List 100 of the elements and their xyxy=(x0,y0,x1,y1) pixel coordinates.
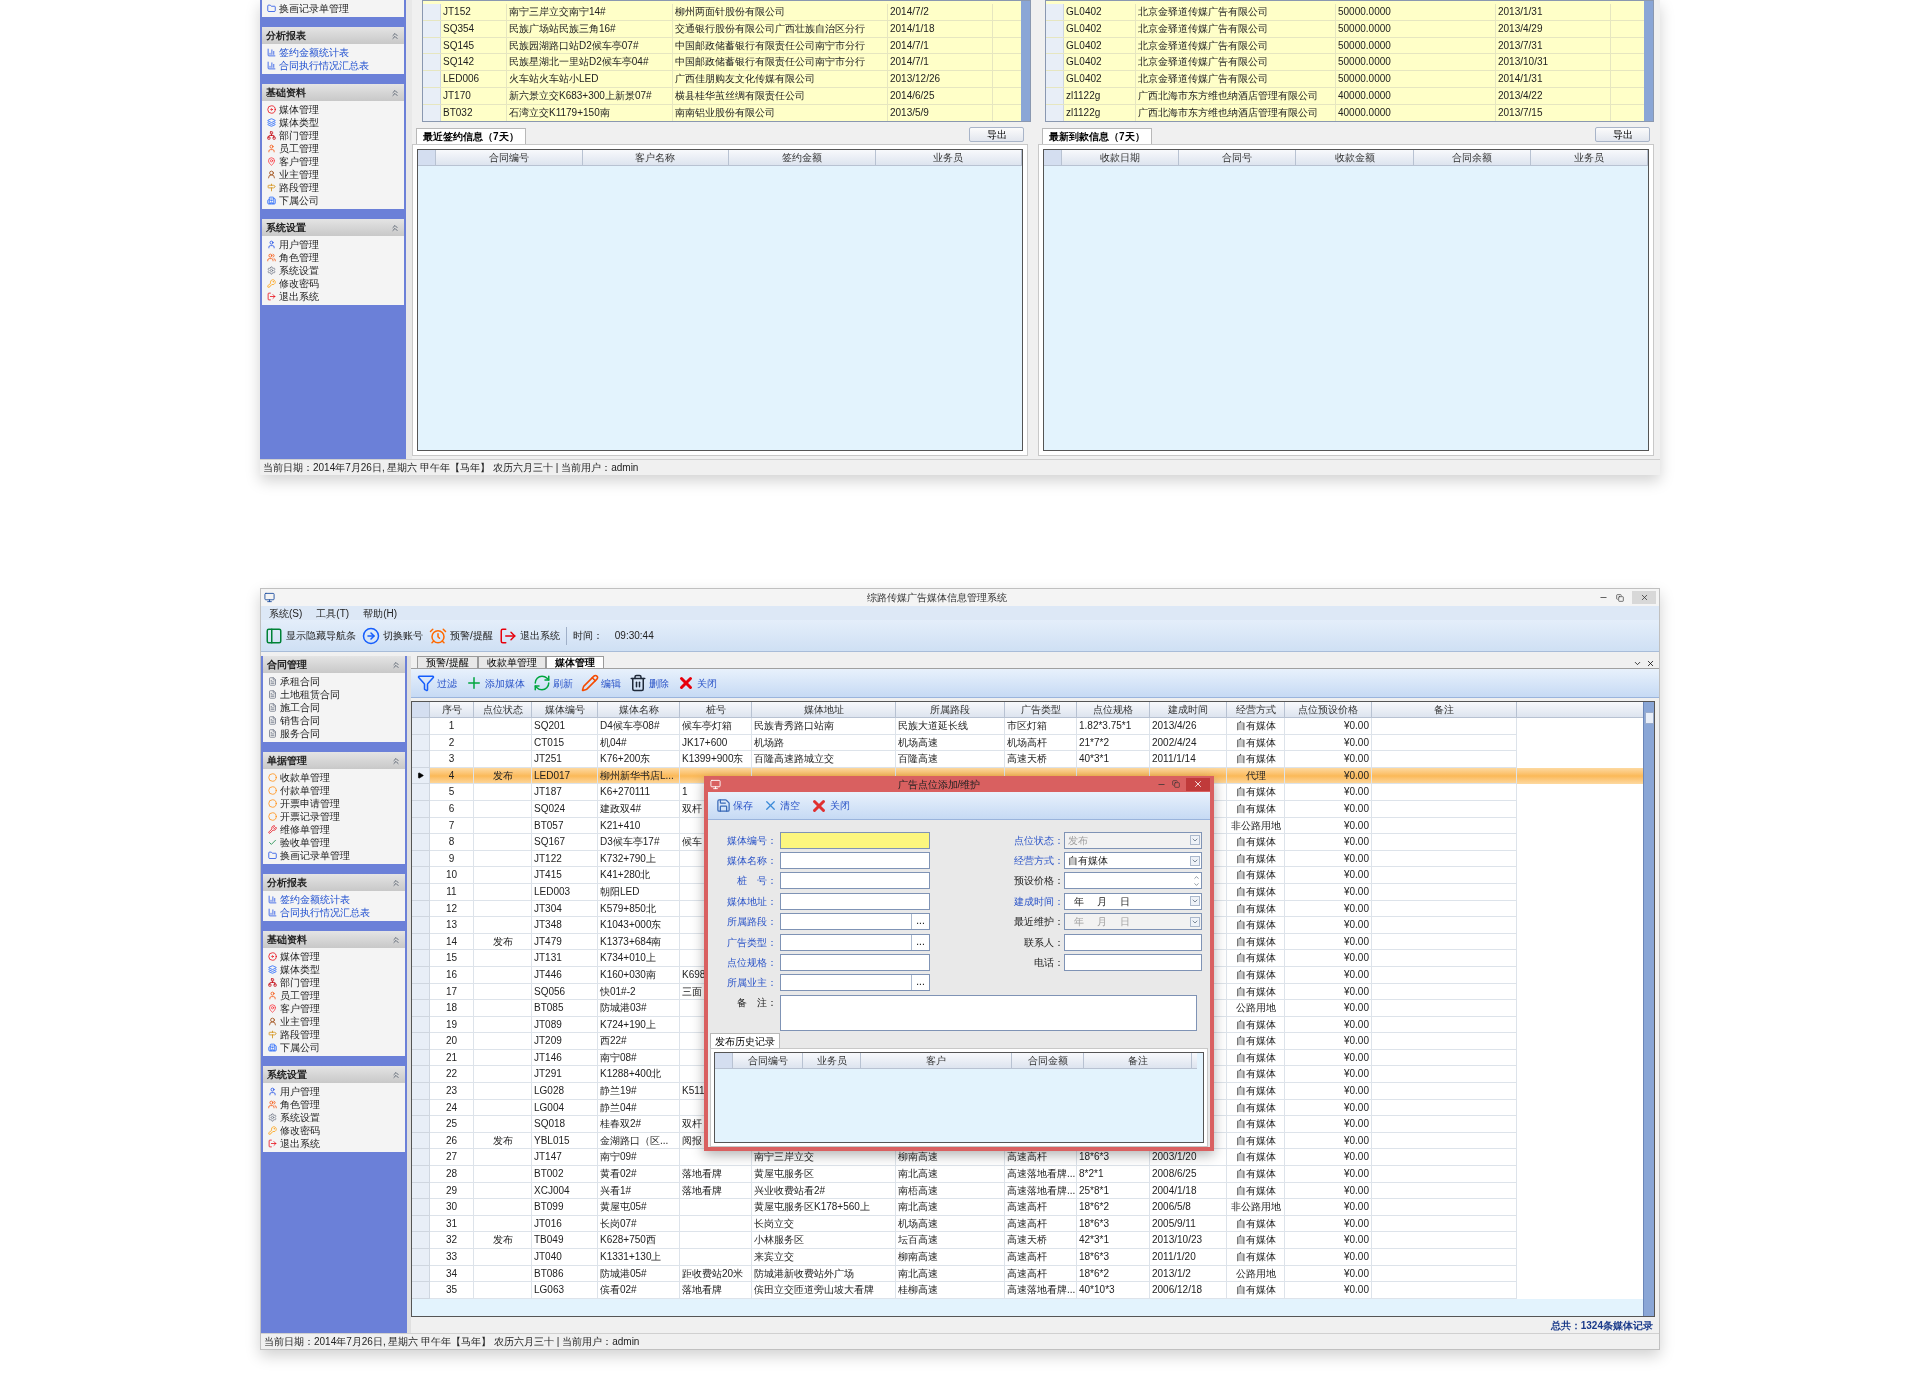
table-cell: 18 xyxy=(430,1000,474,1017)
table-cell: ¥0.00 xyxy=(1285,1249,1372,1266)
table-cell: 自有媒体 xyxy=(1227,1282,1285,1299)
table-cell: 市区灯箱 xyxy=(1005,718,1077,735)
table-cell: 6 xyxy=(430,800,474,818)
table-cell: 高速高杆 xyxy=(1005,1199,1077,1216)
table-cell: JT348 xyxy=(532,917,598,934)
table-cell: SQ354 xyxy=(441,20,507,37)
table-cell: 18*6*3 xyxy=(1077,1249,1150,1266)
table-cell: K1331+130上 xyxy=(598,1249,680,1266)
table-cell: 柳南高速 xyxy=(896,1249,1005,1266)
table-cell: 2013/4/29 xyxy=(1496,20,1611,37)
table-cell: SQ201 xyxy=(532,718,598,735)
field-label: 媒体地址： xyxy=(726,894,778,909)
table-cell: 北京金驿道传媒广告有限公司 xyxy=(1136,54,1336,71)
table-cell: ¥0.00 xyxy=(1285,1000,1372,1017)
record-count: 总共：1324条媒体记录 xyxy=(1550,1318,1653,1333)
table-cell: 2013/5/9 xyxy=(888,104,993,121)
table-cell: ¥0.00 xyxy=(1285,1199,1372,1216)
table-cell: 50000.0000 xyxy=(1336,54,1496,71)
table-cell: 北京金驿道传媒广告有限公司 xyxy=(1136,20,1336,37)
table-cell: 自有媒体 xyxy=(1227,784,1285,801)
table-cell: ¥0.00 xyxy=(1285,867,1372,884)
table-cell: 南宁三岸立交南宁14# xyxy=(507,4,673,20)
field-label: 经营方式： xyxy=(1014,854,1064,869)
table-cell: 自有媒体 xyxy=(1227,751,1285,768)
status-bar: 当前日期：2014年7月26日, 星期六 甲午年【马年】 农历六月三十 | 当前用户：admin xyxy=(260,459,1660,475)
table-cell: JT152 xyxy=(441,4,507,20)
table-cell: 2013/10/31 xyxy=(1496,54,1611,71)
table-cell: 民族园湖路口站D2候车亭07# xyxy=(507,37,673,54)
table-cell: JT251 xyxy=(532,751,598,768)
table-cell: 8 xyxy=(430,834,474,851)
table-cell: 50000.0000 xyxy=(1336,20,1496,37)
table-cell: 傧看02# xyxy=(598,1282,680,1299)
table-cell: JT446 xyxy=(532,966,598,984)
table-cell: 南北高速 xyxy=(896,1199,1005,1216)
table-cell: GL0402 xyxy=(1064,20,1136,37)
table-cell: ¥0.00 xyxy=(1285,1116,1372,1133)
table-cell: 18*6*2 xyxy=(1077,1199,1150,1216)
table-cell: 南南铝业股份有限公司 xyxy=(673,104,888,121)
table-cell: ¥0.00 xyxy=(1285,784,1372,801)
table-cell: 2014/7/1 xyxy=(888,54,993,71)
table-cell: 民族广场站民族三角16# xyxy=(507,20,673,37)
table-cell: 黄屋屯服务区 xyxy=(752,1166,896,1183)
table-cell: 50000.0000 xyxy=(1336,4,1496,20)
table-cell: 40*10*3 xyxy=(1077,1282,1150,1299)
table-cell: 落地看牌 xyxy=(680,1282,752,1299)
field-label: 联系人： xyxy=(1023,935,1064,950)
table-cell: zl1122g xyxy=(1064,88,1136,104)
table-cell: 民族青秀路口站南 xyxy=(752,718,896,735)
table-cell: 2013/12/26 xyxy=(888,71,993,87)
table-cell: 40000.0000 xyxy=(1336,104,1496,121)
table-cell: GL0402 xyxy=(1064,54,1136,71)
table-cell: 高速高杆 xyxy=(1005,1249,1077,1266)
table-cell: 2008/6/25 xyxy=(1150,1166,1227,1183)
table-cell: 自有媒体 xyxy=(1227,800,1285,818)
field-label: 所属路段： xyxy=(726,915,778,930)
table-cell: 防城港03# xyxy=(598,1000,680,1017)
table-cell: JT170 xyxy=(441,88,507,104)
table-cell: 5 xyxy=(430,784,474,801)
table-cell: ¥0.00 xyxy=(1285,718,1372,735)
table-cell: JT040 xyxy=(532,1249,598,1266)
table-cell: JT187 xyxy=(532,784,598,801)
table-cell: 2014/1/31 xyxy=(1496,71,1611,87)
table-cell: 自有媒体 xyxy=(1227,950,1285,967)
table-cell: 百隆高速 xyxy=(896,751,1005,768)
table-cell: SQ145 xyxy=(441,37,507,54)
table-cell: 35 xyxy=(430,1282,474,1299)
table-cell: K160+030南 xyxy=(598,966,680,984)
table-cell: 朝阳LED xyxy=(598,883,680,901)
table-cell: 自有媒体 xyxy=(1227,1116,1285,1133)
field-label: 建成时间： xyxy=(1014,894,1064,909)
table-cell: 广西北海市东方维也纳酒店管理有限公司 xyxy=(1136,88,1336,104)
table-cell: LG063 xyxy=(532,1282,598,1299)
table-cell: 16 xyxy=(430,966,474,984)
table-cell: 西22# xyxy=(598,1033,680,1050)
table-cell: 3 xyxy=(430,751,474,768)
table-cell: 自有媒体 xyxy=(1227,867,1285,884)
table-cell: 黄看02# xyxy=(598,1166,680,1183)
table-cell: ¥0.00 xyxy=(1285,834,1372,851)
table-cell: ¥0.00 xyxy=(1285,950,1372,967)
table-cell: 傧田立交匝道旁山坡大看牌 xyxy=(752,1282,896,1299)
table-cell: 2014/1/18 xyxy=(888,20,993,37)
table-cell: 2011/1/14 xyxy=(1150,751,1227,768)
table-cell: 1 xyxy=(430,718,474,735)
table-cell: 北京金驿道传媒广告有限公司 xyxy=(1136,4,1336,20)
table-cell: 民族星湖北一里站D2候车亭04# xyxy=(507,54,673,71)
table-cell: JT209 xyxy=(532,1033,598,1050)
table-cell: 自有媒体 xyxy=(1227,966,1285,984)
table-cell: zl1122g xyxy=(1064,104,1136,121)
table-cell: 2006/12/18 xyxy=(1150,1282,1227,1299)
table-cell: 北京金驿道传媒广告有限公司 xyxy=(1136,37,1336,54)
table-cell: 落地看牌 xyxy=(680,1166,752,1183)
table-cell: 百隆高速路城立交 xyxy=(752,751,896,768)
table-cell: 北京金驿道传媒广告有限公司 xyxy=(1136,71,1336,87)
table-cell: GL0402 xyxy=(1064,4,1136,20)
table-cell: 火车站火车站小LED xyxy=(507,71,673,87)
table-cell: SQ024 xyxy=(532,800,598,818)
table-cell: 23 xyxy=(430,1083,474,1100)
table-cell: K734+010上 xyxy=(598,950,680,967)
